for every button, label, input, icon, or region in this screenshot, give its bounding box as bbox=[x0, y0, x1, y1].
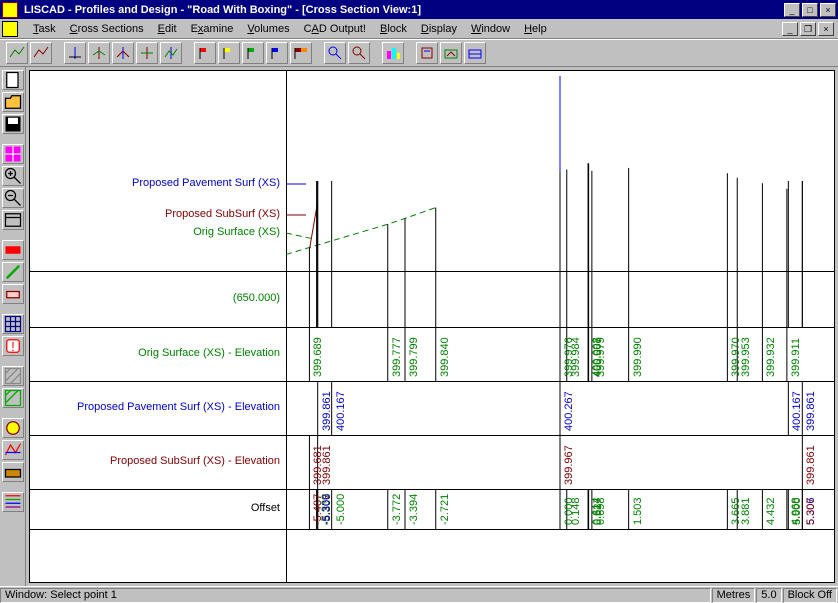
vtool-window-icon[interactable] bbox=[2, 210, 24, 230]
vtool-misc-2-icon[interactable] bbox=[2, 440, 24, 460]
vtool-new-icon[interactable] bbox=[2, 70, 24, 90]
menu-edit[interactable]: Edit bbox=[151, 21, 184, 37]
offset-value: -5.000 bbox=[335, 494, 347, 525]
tool-flag-1-icon[interactable] bbox=[194, 42, 216, 64]
orig-elev-value: 399.932 bbox=[765, 337, 777, 377]
main-area: ! Proposed Pavement Surf (XS)Proposed Su… bbox=[0, 67, 838, 586]
tool-flag-3-icon[interactable] bbox=[242, 42, 264, 64]
mdi-restore-button[interactable]: ❐ bbox=[800, 22, 816, 36]
pavement-elev-value: 400.167 bbox=[335, 391, 347, 431]
vtool-zoom-out-icon[interactable] bbox=[2, 188, 24, 208]
tool-section-c-icon[interactable] bbox=[112, 42, 134, 64]
orig-elev-value: 399.990 bbox=[632, 337, 644, 377]
offset-value: 5.000 bbox=[791, 497, 803, 525]
canvas-wrapper: Proposed Pavement Surf (XS)Proposed SubS… bbox=[26, 67, 838, 586]
vtool-misc-3-icon[interactable] bbox=[2, 462, 24, 482]
tool-cad-2-icon[interactable] bbox=[440, 42, 462, 64]
vtool-open-icon[interactable] bbox=[2, 92, 24, 112]
menu-cad-output[interactable]: CAD Output! bbox=[297, 21, 373, 37]
menu-block[interactable]: Block bbox=[373, 21, 414, 37]
tool-cad-1-icon[interactable] bbox=[416, 42, 438, 64]
minimize-button[interactable]: _ bbox=[784, 3, 800, 17]
orig-elev-value: 399.911 bbox=[790, 338, 802, 377]
offset-value: 3.881 bbox=[740, 497, 752, 525]
status-message: Window: Select point 1 bbox=[0, 588, 711, 603]
tool-section-e-icon[interactable] bbox=[160, 42, 182, 64]
pavement-elev-value: 400.267 bbox=[563, 391, 575, 431]
orig-elev-value: 399.984 bbox=[570, 337, 582, 377]
vtool-hatch-1-icon[interactable] bbox=[2, 366, 24, 386]
offset-value: 1.503 bbox=[632, 497, 644, 525]
orig-elev-value: 399.953 bbox=[740, 337, 752, 377]
tool-section-b-icon[interactable] bbox=[88, 42, 110, 64]
tool-examine-1-icon[interactable] bbox=[324, 42, 346, 64]
close-button[interactable]: × bbox=[820, 3, 836, 17]
menu-window[interactable]: Window bbox=[464, 21, 517, 37]
pavement-elev-value: 400.167 bbox=[791, 391, 803, 431]
menu-bar: Task Cross Sections Edit Examine Volumes… bbox=[0, 19, 838, 39]
svg-text:!: ! bbox=[11, 340, 14, 354]
mdi-doc-icon[interactable] bbox=[2, 21, 18, 37]
status-bar: Window: Select point 1 Metres 5.0 Block … bbox=[0, 586, 838, 603]
subsurf-elev-value: 399.967 bbox=[563, 445, 575, 485]
tool-examine-2-icon[interactable] bbox=[348, 42, 370, 64]
tool-section-a-icon[interactable] bbox=[64, 42, 86, 64]
mdi-close-button[interactable]: × bbox=[818, 22, 834, 36]
offset-value: 5.307 bbox=[805, 497, 817, 525]
tool-cad-3-icon[interactable] bbox=[464, 42, 486, 64]
toolbar-horizontal bbox=[0, 39, 838, 67]
orig-elev-value: 399.777 bbox=[391, 337, 403, 377]
tool-flag-4-icon[interactable] bbox=[266, 42, 288, 64]
offset-value: -5.306 bbox=[321, 494, 333, 525]
subsurf-elev-value: 399.861 bbox=[805, 445, 817, 485]
offset-value: 0.698 bbox=[595, 497, 607, 525]
vtool-misc-4-icon[interactable] bbox=[2, 492, 24, 512]
offset-value: -3.394 bbox=[408, 494, 420, 525]
orig-elev-value: 399.840 bbox=[439, 337, 451, 377]
orig-elev-value: 399.799 bbox=[408, 337, 420, 377]
vtool-eraser-icon[interactable] bbox=[2, 284, 24, 304]
vtool-fit-icon[interactable] bbox=[2, 144, 24, 164]
window-title: LISCAD - Profiles and Design - "Road Wit… bbox=[22, 4, 784, 16]
vtool-red-icon[interactable] bbox=[2, 240, 24, 260]
pavement-elev-value: 399.861 bbox=[321, 391, 333, 431]
menu-help[interactable]: Help bbox=[517, 21, 554, 37]
subsurf-elev-value: 399.861 bbox=[321, 445, 333, 485]
orig-elev-value: 399.689 bbox=[312, 337, 324, 377]
maximize-button[interactable]: □ bbox=[802, 3, 818, 17]
tool-flag-5-icon[interactable] bbox=[290, 42, 312, 64]
orig-elev-value: 399.979 bbox=[595, 337, 607, 377]
offset-value: 4.432 bbox=[765, 497, 777, 525]
vtool-zoom-in-icon[interactable] bbox=[2, 166, 24, 186]
app-icon bbox=[2, 2, 18, 18]
menu-examine[interactable]: Examine bbox=[184, 21, 241, 37]
toolbar-vertical: ! bbox=[0, 67, 26, 586]
offset-value: -3.772 bbox=[391, 494, 403, 525]
vtool-hatch-2-icon[interactable] bbox=[2, 388, 24, 408]
status-block: Block Off bbox=[783, 588, 837, 603]
tool-profile-2-icon[interactable] bbox=[30, 42, 52, 64]
offset-value: 0.148 bbox=[570, 497, 582, 525]
vtool-misc-1-icon[interactable] bbox=[2, 418, 24, 438]
menu-volumes[interactable]: Volumes bbox=[240, 21, 296, 37]
vtool-alert-icon[interactable]: ! bbox=[2, 336, 24, 356]
mdi-minimize-button[interactable]: _ bbox=[782, 22, 798, 36]
offset-value: -2.721 bbox=[439, 494, 451, 525]
cross-section-canvas[interactable]: Proposed Pavement Surf (XS)Proposed SubS… bbox=[29, 70, 835, 583]
menu-task[interactable]: Task bbox=[26, 21, 63, 37]
menu-display[interactable]: Display bbox=[414, 21, 464, 37]
vtool-pencil-icon[interactable] bbox=[2, 262, 24, 282]
pavement-elev-value: 399.861 bbox=[805, 391, 817, 431]
status-scale: 5.0 bbox=[756, 588, 781, 603]
vtool-save-icon[interactable] bbox=[2, 114, 24, 134]
status-units: Metres bbox=[712, 588, 756, 603]
tool-flag-2-icon[interactable] bbox=[218, 42, 240, 64]
tool-volumes-icon[interactable] bbox=[382, 42, 404, 64]
tool-profile-1-icon[interactable] bbox=[6, 42, 28, 64]
vtool-grid-icon[interactable] bbox=[2, 314, 24, 334]
menu-cross-sections[interactable]: Cross Sections bbox=[63, 21, 151, 37]
tool-section-d-icon[interactable] bbox=[136, 42, 158, 64]
title-bar: LISCAD - Profiles and Design - "Road Wit… bbox=[0, 0, 838, 19]
